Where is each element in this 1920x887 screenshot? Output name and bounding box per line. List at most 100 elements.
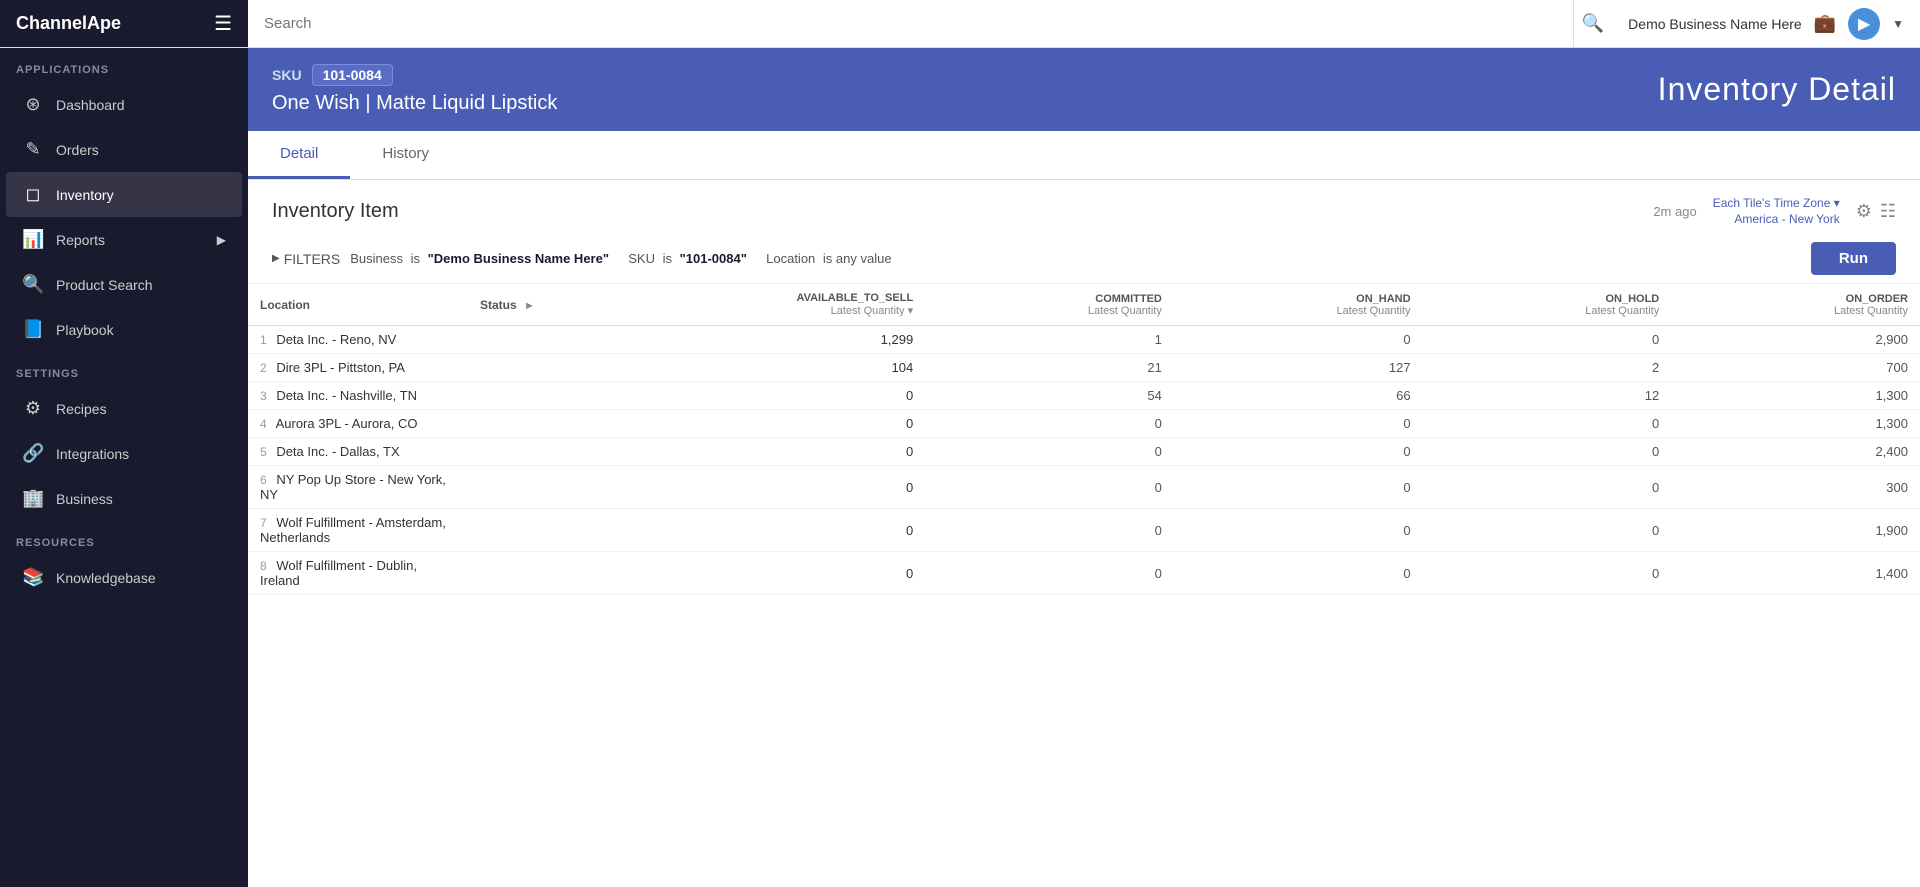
- cell-on-hold: 0: [1423, 509, 1672, 552]
- col-header-committed[interactable]: COMMITTED Latest Quantity: [925, 284, 1174, 326]
- cell-on-hold: 0: [1423, 552, 1672, 595]
- filter-location: Location is any value: [766, 251, 891, 266]
- sidebar-item-dashboard[interactable]: ⊛ Dashboard: [6, 82, 242, 127]
- topbar: ChannelApe ☰ 🔍 Demo Business Name Here 💼…: [0, 0, 1920, 48]
- cell-on-hold: 0: [1423, 438, 1672, 466]
- timezone-info: Each Tile's Time Zone ▾ America - New Yo…: [1713, 196, 1840, 226]
- dashboard-icon: ⊛: [22, 94, 44, 115]
- sidebar-logo: ChannelApe ☰: [0, 0, 248, 47]
- run-button[interactable]: Run: [1811, 242, 1896, 275]
- cell-committed: 54: [925, 382, 1174, 410]
- cell-location: 5 Deta Inc. - Dallas, TX: [248, 438, 468, 466]
- cell-on-order: 1,900: [1671, 509, 1920, 552]
- timezone-label[interactable]: Each Tile's Time Zone ▾: [1713, 196, 1840, 210]
- table-row[interactable]: 3 Deta Inc. - Nashville, TN 0 54 66 12 1…: [248, 382, 1920, 410]
- tab-detail[interactable]: Detail: [248, 131, 350, 179]
- sidebar-label-knowledgebase: Knowledgebase: [56, 570, 156, 586]
- product-name: One Wish | Matte Liquid Lipstick: [272, 92, 557, 115]
- sidebar-item-inventory[interactable]: ◻ Inventory: [6, 172, 242, 217]
- timestamp: 2m ago: [1653, 204, 1696, 219]
- table-area: Inventory Item 2m ago Each Tile's Time Z…: [248, 180, 1920, 887]
- cell-status: [468, 354, 568, 382]
- cell-on-hold: 2: [1423, 354, 1672, 382]
- cell-on-hold: 12: [1423, 382, 1672, 410]
- cell-available-to-sell: 104: [568, 354, 925, 382]
- header-banner: SKU 101-0084 One Wish | Matte Liquid Lip…: [248, 48, 1920, 131]
- cell-status: [468, 382, 568, 410]
- table-row[interactable]: 2 Dire 3PL - Pittston, PA 104 21 127 2 7…: [248, 354, 1920, 382]
- sidebar-item-recipes[interactable]: ⚙ Recipes: [6, 386, 242, 431]
- orders-icon: ✎: [22, 139, 44, 160]
- integrations-icon: 🔗: [22, 443, 44, 464]
- tab-history[interactable]: History: [350, 131, 461, 179]
- cell-on-hand: 66: [1174, 382, 1423, 410]
- sidebar-item-playbook[interactable]: 📘 Playbook: [6, 307, 242, 352]
- col-header-on-hold[interactable]: ON_HOLD Latest Quantity: [1423, 284, 1672, 326]
- cell-location: 3 Deta Inc. - Nashville, TN: [248, 382, 468, 410]
- status-sort-icon: ►: [524, 300, 535, 312]
- cell-on-order: 2,400: [1671, 438, 1920, 466]
- sidebar-item-orders[interactable]: ✎ Orders: [6, 127, 242, 172]
- filter-toggle[interactable]: ▶ FILTERS: [272, 251, 340, 267]
- filter-business: Business is "Demo Business Name Here": [350, 251, 609, 266]
- table-row[interactable]: 4 Aurora 3PL - Aurora, CO 0 0 0 0 1,300: [248, 410, 1920, 438]
- table-row[interactable]: 6 NY Pop Up Store - New York, NY 0 0 0 0…: [248, 466, 1920, 509]
- sku-badge: 101-0084: [312, 64, 393, 86]
- cell-status: [468, 410, 568, 438]
- table-row[interactable]: 7 Wolf Fulfillment - Amsterdam, Netherla…: [248, 509, 1920, 552]
- sidebar-item-knowledgebase[interactable]: 📚 Knowledgebase: [6, 555, 242, 600]
- sidebar-item-reports[interactable]: 📊 Reports ▶: [6, 217, 242, 262]
- sidebar-item-integrations[interactable]: 🔗 Integrations: [6, 431, 242, 476]
- search-input[interactable]: [264, 15, 1557, 32]
- search-bar: [248, 0, 1574, 47]
- sidebar-label-dashboard: Dashboard: [56, 97, 125, 113]
- cell-status: [468, 552, 568, 595]
- settings-icon[interactable]: ⚙: [1856, 201, 1872, 222]
- col-header-on-hand[interactable]: ON_HAND Latest Quantity: [1174, 284, 1423, 326]
- sidebar-item-business[interactable]: 🏢 Business: [6, 476, 242, 521]
- cell-on-order: 300: [1671, 466, 1920, 509]
- cell-committed: 0: [925, 552, 1174, 595]
- cell-available-to-sell: 0: [568, 552, 925, 595]
- sidebar-item-product-search[interactable]: 🔍 Product Search: [6, 262, 242, 307]
- inventory-icon: ◻: [22, 184, 44, 205]
- sidebar-section-resources: RESOURCES: [0, 521, 248, 555]
- cell-on-order: 1,400: [1671, 552, 1920, 595]
- col-header-status[interactable]: Status ►: [468, 284, 568, 326]
- cell-committed: 1: [925, 326, 1174, 354]
- col-header-available-to-sell[interactable]: AVAILABLE_TO_SELL Latest Quantity ▾: [568, 284, 925, 326]
- table-row[interactable]: 8 Wolf Fulfillment - Dublin, Ireland 0 0…: [248, 552, 1920, 595]
- menu-icon[interactable]: ☰: [214, 11, 232, 36]
- cell-on-hold: 0: [1423, 410, 1672, 438]
- table-row[interactable]: 1 Deta Inc. - Reno, NV 1,299 1 0 0 2,900: [248, 326, 1920, 354]
- cell-location: 6 NY Pop Up Store - New York, NY: [248, 466, 468, 509]
- inventory-item-title: Inventory Item: [272, 200, 399, 223]
- cell-on-hand: 0: [1174, 509, 1423, 552]
- user-menu-chevron-icon[interactable]: ▼: [1892, 17, 1904, 31]
- cell-on-hand: 0: [1174, 438, 1423, 466]
- sidebar-label-orders: Orders: [56, 142, 99, 158]
- col-header-on-order[interactable]: ON_ORDER Latest Quantity: [1671, 284, 1920, 326]
- search-icon[interactable]: 🔍: [1574, 13, 1612, 34]
- cell-location: 2 Dire 3PL - Pittston, PA: [248, 354, 468, 382]
- cell-status: [468, 326, 568, 354]
- cell-available-to-sell: 0: [568, 382, 925, 410]
- sidebar-label-reports: Reports: [56, 232, 105, 248]
- user-avatar[interactable]: ▶: [1848, 8, 1880, 40]
- page-title: Inventory Detail: [1658, 71, 1896, 108]
- sidebar-label-integrations: Integrations: [56, 446, 129, 462]
- cell-status: [468, 509, 568, 552]
- cell-on-hold: 0: [1423, 326, 1672, 354]
- grid-view-icon[interactable]: ☷: [1880, 201, 1896, 222]
- table-row[interactable]: 5 Deta Inc. - Dallas, TX 0 0 0 0 2,400: [248, 438, 1920, 466]
- main-layout: APPLICATIONS ⊛ Dashboard ✎ Orders ◻ Inve…: [0, 48, 1920, 887]
- cell-status: [468, 466, 568, 509]
- cell-committed: 0: [925, 466, 1174, 509]
- business-icon: 💼: [1814, 13, 1836, 34]
- sidebar-label-playbook: Playbook: [56, 322, 114, 338]
- cell-available-to-sell: 1,299: [568, 326, 925, 354]
- cell-committed: 0: [925, 438, 1174, 466]
- filters-bar: ▶ FILTERS Business is "Demo Business Nam…: [248, 234, 1920, 284]
- playbook-icon: 📘: [22, 319, 44, 340]
- logo-text: ChannelApe: [16, 13, 121, 34]
